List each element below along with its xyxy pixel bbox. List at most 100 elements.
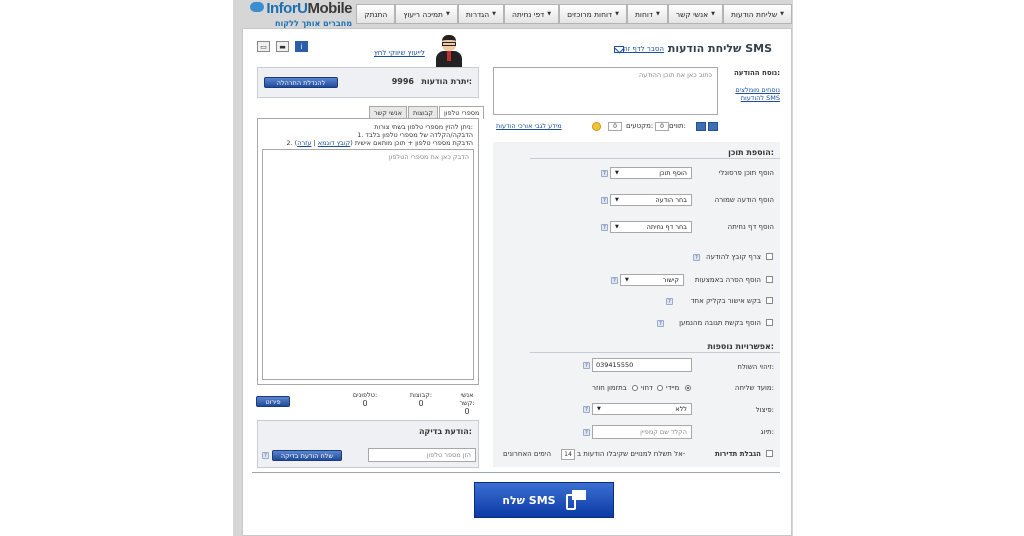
help-icon[interactable]: ? <box>583 406 590 413</box>
help-icon[interactable]: ? <box>583 429 590 436</box>
advisor-avatar <box>433 33 465 67</box>
nav-logout[interactable]: התנתק <box>356 4 396 24</box>
saved-message-select[interactable]: ▼ בחר הודעה <box>610 194 692 206</box>
send-test-button[interactable]: שלח הודעת בדיקה <box>272 450 342 461</box>
nav-contacts[interactable]: אנשי קשר ▼ <box>667 4 723 24</box>
message-length-info-link[interactable]: מידע לגבי אורכי הודעות <box>496 122 562 130</box>
frequency-days-text: הימים האחרונים <box>503 450 552 458</box>
recipients-option-1: 1. הדבקה/הקלדה של מספרי טלפון בלבד <box>357 131 473 139</box>
nav-settings[interactable]: הגדרות ▼ <box>457 4 505 24</box>
frequency-limit-text: אל תשלח למנויים שקיבלו הודעות ב- <box>577 450 686 458</box>
response-request-label: הוסף בקשת תגובה מהנמען <box>679 319 761 327</box>
help-icon[interactable]: ? <box>601 197 608 204</box>
select-value: בחר הודעה <box>655 196 687 204</box>
select-value: הוסף תוכן <box>659 169 687 177</box>
add-removal-label: הוסף הסרה באמצעות <box>694 276 761 284</box>
top-nav: שליחת הודעות ▼ אנשי קשר ▼ דוחות ▼ דוחות מרו… <box>356 4 792 24</box>
campaign-tag-input[interactable]: הקלד שם קמפיין <box>592 425 692 439</box>
phone-numbers-textarea[interactable]: הדבק כאן את מספרי הטלפון <box>262 149 474 380</box>
help-link[interactable]: הסבר לדף זה <box>623 45 664 53</box>
display-icon[interactable]: ▬ <box>276 41 289 52</box>
time-immediate-radio[interactable] <box>685 385 691 391</box>
help-icon[interactable]: ? <box>262 452 269 459</box>
increase-quota-button[interactable]: להגדלת התרהלה <box>264 77 338 88</box>
chevron-down-icon: ▼ <box>625 277 629 283</box>
help-icon[interactable]: ? <box>611 277 618 284</box>
nav-send-messages[interactable]: שליחת הודעות ▼ <box>722 4 792 24</box>
direction-ltr-icon[interactable] <box>696 122 706 131</box>
logo-bubble-icon <box>250 2 264 12</box>
send-time-label: מועד שליחה: <box>734 384 774 392</box>
select-value: ללא <box>675 405 687 413</box>
nav-landing-pages[interactable]: דפי נחיתה ▼ <box>504 4 560 24</box>
stat-value: 0 <box>464 407 470 416</box>
envelope-shape <box>571 490 586 500</box>
chevron-down-icon: ▼ <box>615 11 619 17</box>
recommended-texts-link[interactable]: נוסחים מומלצים להודעות SMS <box>724 86 780 102</box>
nav-label: דוחות <box>634 9 653 19</box>
attach-file-checkbox[interactable] <box>766 253 773 260</box>
personal-content-select[interactable]: ▼ הוסף תוכן <box>610 167 692 179</box>
direction-rtl-icon[interactable] <box>708 122 718 131</box>
help-icon[interactable]: ? <box>583 362 590 369</box>
send-sms-button[interactable]: שלח SMS <box>474 482 614 518</box>
help-icon[interactable]: ? <box>601 224 608 231</box>
nav-support[interactable]: תמיכה ריעוץ ▼ <box>395 4 458 24</box>
time-recurring-radio[interactable] <box>632 385 638 391</box>
recipients-box: ניתן להזין מספרי טלפון בשתי צורות: 1. הד… <box>257 118 479 385</box>
mail-icon[interactable] <box>614 46 624 53</box>
page: InforUMobile מחברים אותך ללקוח שליחת הוד… <box>0 0 1024 536</box>
nav-label: אנשי קשר <box>675 9 709 19</box>
split-select[interactable]: ▼ ללא <box>592 403 692 415</box>
info-icon[interactable]: i <box>295 41 308 52</box>
inforu-logo[interactable]: InforUMobile מחברים אותך ללקוח <box>250 0 353 28</box>
frequency-days-input[interactable]: 14 <box>561 449 575 460</box>
sample-file-link[interactable]: קובץ דוגמא <box>318 139 350 147</box>
nav-label: הגדרות <box>465 9 490 19</box>
stat-value: 0 <box>362 399 368 408</box>
nav-label: שליחת הודעות <box>730 9 778 19</box>
help-icon[interactable]: ? <box>666 298 673 305</box>
chars-label: תווים: <box>669 122 686 130</box>
attach-file-label: צרף קובץ להודעה <box>706 253 761 261</box>
tab-groups[interactable]: קבוצות <box>407 106 439 118</box>
sender-id-input[interactable]: 039415550 <box>592 358 692 372</box>
logo-name-b: Mobile <box>307 0 353 17</box>
stat-groups: קבוצות: 0 <box>406 391 436 408</box>
screen-icon[interactable]: ▭ <box>257 41 270 52</box>
nav-reports[interactable]: דוחות ▼ <box>626 4 668 24</box>
recipients-option-2: 2. הדבקת מספרי טלפון + תוכן מותאם אישית … <box>286 139 473 147</box>
help-icon[interactable]: ? <box>657 320 664 327</box>
time-immediate-label: מיידי <box>666 384 680 392</box>
chevron-down-icon: ▼ <box>711 11 715 17</box>
help-icon[interactable]: ? <box>693 254 700 261</box>
stat-phones: טלפונים: 0 <box>348 391 382 408</box>
message-textarea[interactable]: כתוב כאן את תוכן ההודעה <box>493 67 718 115</box>
nav-summary-reports[interactable]: דוחות מרוכזים ▼ <box>559 4 627 24</box>
logo-name-a: InforU <box>266 0 308 17</box>
one-click-approval-checkbox[interactable] <box>766 297 773 304</box>
select-value: בחר דף נחיתה <box>646 223 687 231</box>
removal-method-select[interactable]: ▼ קישור <box>620 274 684 286</box>
help-link-recipients[interactable]: עזרה <box>297 139 311 147</box>
chevron-down-icon: ▼ <box>780 11 784 17</box>
chevron-down-icon: ▼ <box>615 197 619 203</box>
chevron-down-icon: ▼ <box>446 11 450 17</box>
response-request-checkbox[interactable] <box>766 319 773 326</box>
chevron-down-icon: ▼ <box>615 170 619 176</box>
chevron-down-icon: ▼ <box>615 224 619 230</box>
add-removal-checkbox[interactable] <box>766 276 773 283</box>
tab-contacts[interactable]: אנשי קשר <box>369 106 407 118</box>
test-phone-input[interactable]: הזן מספר טלפון <box>368 448 476 462</box>
divider <box>530 158 780 159</box>
time-delayed-radio[interactable] <box>657 385 663 391</box>
help-icon[interactable]: ? <box>601 170 608 177</box>
smiley-icon[interactable] <box>592 122 601 131</box>
frequency-limit-label: הגבלת תדירות <box>714 450 761 458</box>
frequency-limit-checkbox[interactable] <box>766 450 773 457</box>
marketing-advice-link[interactable]: לייעוץ שיווקי לחץ <box>374 49 425 57</box>
landing-page-select[interactable]: ▼ בחר דף נחיתה <box>610 221 692 233</box>
parse-button[interactable]: פירוט <box>256 396 290 407</box>
split-label: פיצול: <box>755 406 774 414</box>
sections-counter: 0 <box>608 122 622 131</box>
